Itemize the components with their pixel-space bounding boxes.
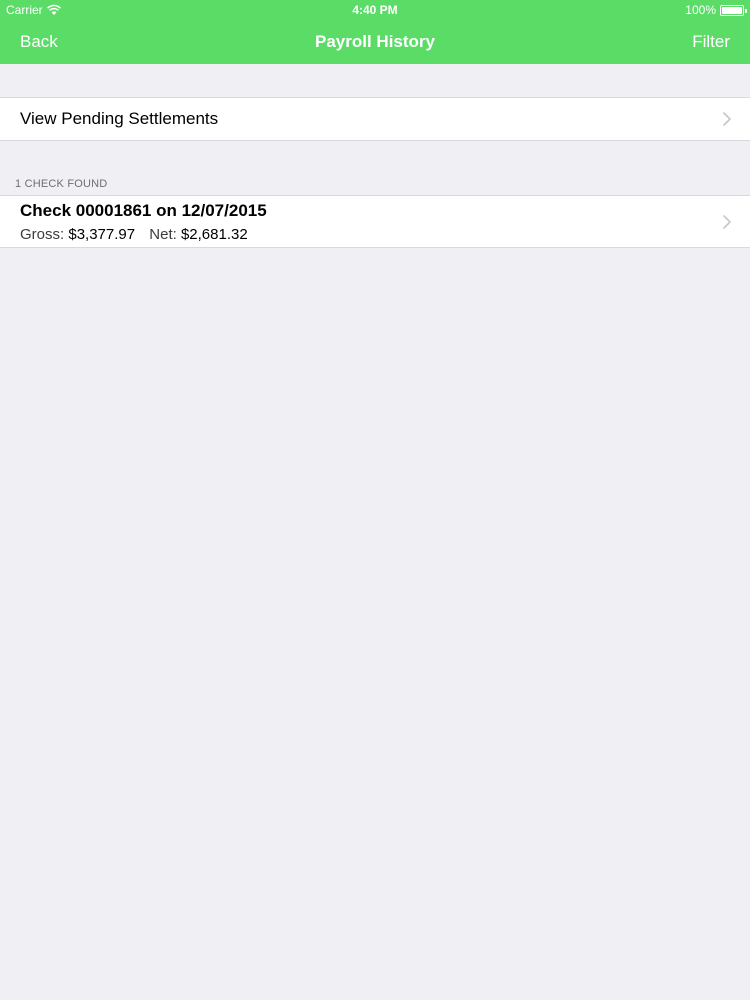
battery-icon — [720, 4, 747, 16]
chevron-right-icon — [723, 112, 731, 126]
nav-bar: Back Payroll History Filter — [0, 20, 750, 64]
chevron-right-icon — [723, 215, 731, 229]
header: Carrier 4:40 PM 100% Back Payroll Histor… — [0, 0, 750, 64]
filter-button[interactable]: Filter — [692, 20, 730, 64]
battery-fill — [722, 6, 742, 14]
status-right: 100% — [685, 0, 747, 20]
net-value: $2,681.32 — [180, 226, 248, 243]
check-amounts: Gross: $3,377.97 Net: $2,681.32 — [20, 226, 258, 243]
status-bar: Carrier 4:40 PM 100% — [0, 0, 750, 20]
status-time: 4:40 PM — [352, 3, 398, 17]
gross-value: $3,377.97 — [68, 226, 136, 243]
net-label: Net: — [149, 226, 177, 243]
pending-settlements-row[interactable]: View Pending Settlements — [0, 97, 750, 141]
pending-settlements-label: View Pending Settlements — [20, 109, 219, 128]
page-title: Payroll History — [315, 32, 435, 51]
check-title: Check 00001861 on 12/07/2015 — [20, 201, 267, 220]
check-row[interactable]: Check 00001861 on 12/07/2015 Gross: $3,3… — [0, 195, 750, 248]
gross-label: Gross: — [20, 226, 65, 243]
battery-percent: 100% — [685, 3, 716, 17]
battery-cap — [745, 8, 747, 13]
section-header: 1 CHECK FOUND — [15, 178, 108, 190]
